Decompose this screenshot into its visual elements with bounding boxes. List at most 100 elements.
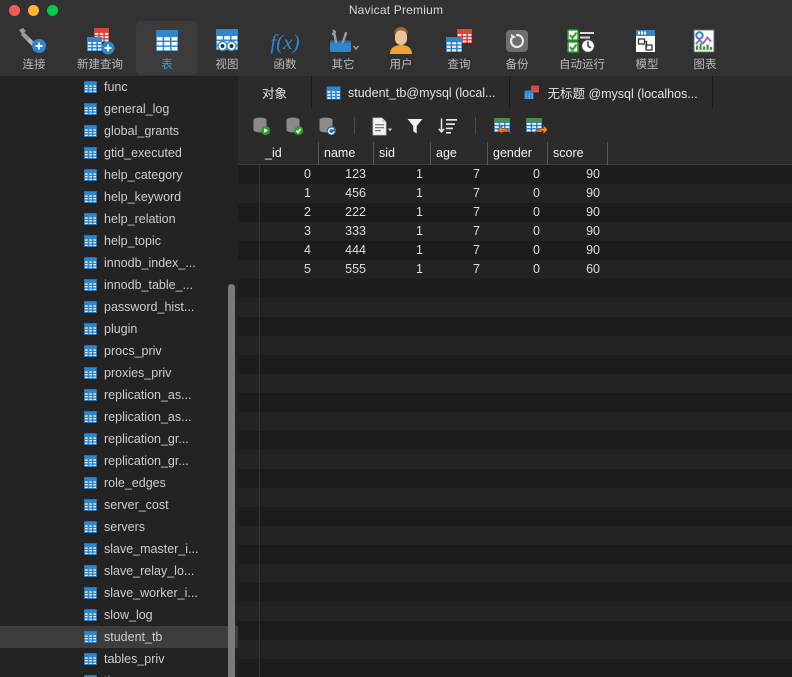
cell-gender[interactable]: 0 [487,184,540,203]
tab-objects[interactable]: 对象 [238,76,312,109]
grid-import-wizard-button[interactable] [492,115,514,137]
column-header-age[interactable]: age [430,142,487,165]
column-header-gender[interactable]: gender [487,142,547,165]
sidebar-item-slave_relay_lo[interactable]: slave_relay_lo... [0,560,238,582]
toolbar-button-connection[interactable]: 连接 [4,21,64,75]
cell-name[interactable]: 123 [318,165,366,184]
toolbar-button-function[interactable]: f(x) 函数 [256,21,314,75]
sidebar-item-replication_gr[interactable]: replication_gr... [0,450,238,472]
table-row[interactable] [238,659,792,677]
cell-gender[interactable]: 0 [487,222,540,241]
grid-rollback-button[interactable] [316,115,338,137]
cell-id[interactable]: 4 [260,241,311,260]
tab-student-tb[interactable]: student_tb@mysql (local... [312,76,511,109]
cell-id[interactable]: 2 [260,203,311,222]
table-row[interactable] [238,393,792,412]
table-row[interactable] [238,317,792,336]
table-row[interactable]: 2 222 1 7 0 90 [238,203,792,222]
table-row[interactable]: 4 444 1 7 0 90 [238,241,792,260]
sidebar-item-tables_priv[interactable]: tables_priv [0,648,238,670]
cell-id[interactable]: 0 [260,165,311,184]
cell-gender[interactable]: 0 [487,260,540,279]
sidebar-scrollbar[interactable] [228,284,235,677]
tab-untitled-query[interactable]: 无标题 @mysql (localhos... [510,76,713,109]
sidebar-item-servers[interactable]: servers [0,516,238,538]
cell-score[interactable]: 90 [547,165,600,184]
table-row[interactable]: 5 555 1 7 0 60 [238,260,792,279]
cell-name[interactable]: 222 [318,203,366,222]
toolbar-button-backup[interactable]: 备份 [488,21,546,75]
table-row[interactable]: 3 333 1 7 0 90 [238,222,792,241]
sidebar-item-replication_gr[interactable]: replication_gr... [0,428,238,450]
table-row[interactable] [238,526,792,545]
table-row[interactable] [238,450,792,469]
sidebar-item-replication_as[interactable]: replication_as... [0,406,238,428]
cell-sid[interactable]: 1 [373,203,423,222]
cell-sid[interactable]: 1 [373,260,423,279]
sidebar-item-password_hist[interactable]: password_hist... [0,296,238,318]
table-row[interactable] [238,431,792,450]
sidebar-item-innodb_index_[interactable]: innodb_index_... [0,252,238,274]
sidebar-item-slow_log[interactable]: slow_log [0,604,238,626]
table-row[interactable] [238,507,792,526]
table-row[interactable] [238,583,792,602]
grid-body[interactable]: 0 123 1 7 0 90 1 456 1 7 0 90 2 222 1 7 0 90 3 333 1 7 0 90 4 444… [238,165,792,677]
toolbar-button-chart[interactable]: 图表 [676,21,734,75]
table-row[interactable] [238,602,792,621]
toolbar-button-model[interactable]: 模型 [618,21,676,75]
cell-age[interactable]: 7 [430,241,480,260]
cell-gender[interactable]: 0 [487,241,540,260]
table-row[interactable] [238,621,792,640]
sidebar-item-help_keyword[interactable]: help_keyword [0,186,238,208]
cell-score[interactable]: 90 [547,203,600,222]
cell-name[interactable]: 333 [318,222,366,241]
cell-gender[interactable]: 0 [487,203,540,222]
grid-sort-button[interactable] [437,115,459,137]
column-header-id[interactable]: _id [260,142,318,165]
sidebar-item-role_edges[interactable]: role_edges [0,472,238,494]
table-row[interactable] [238,298,792,317]
cell-score[interactable]: 90 [547,184,600,203]
sidebar-item-replication_as[interactable]: replication_as... [0,384,238,406]
column-header-name[interactable]: name [318,142,373,165]
table-row[interactable] [238,545,792,564]
sidebar-item-procs_priv[interactable]: procs_priv [0,340,238,362]
sidebar-item-help_category[interactable]: help_category [0,164,238,186]
cell-age[interactable]: 7 [430,260,480,279]
cell-name[interactable]: 555 [318,260,366,279]
table-row[interactable] [238,640,792,659]
cell-age[interactable]: 7 [430,165,480,184]
table-row[interactable] [238,564,792,583]
sidebar-item-slave_master_i[interactable]: slave_master_i... [0,538,238,560]
cell-id[interactable]: 1 [260,184,311,203]
toolbar-button-other-tools[interactable]: 其它 [314,21,372,75]
table-row[interactable] [238,336,792,355]
sidebar-item-func[interactable]: func [0,76,238,98]
cell-gender[interactable]: 0 [487,165,540,184]
cell-id[interactable]: 5 [260,260,311,279]
cell-age[interactable]: 7 [430,184,480,203]
table-row[interactable] [238,488,792,507]
sidebar-item-global_grants[interactable]: global_grants [0,120,238,142]
sidebar-item-innodb_table_[interactable]: innodb_table_... [0,274,238,296]
grid-begin-transaction-button[interactable] [250,115,272,137]
sidebar-item-slave_worker_i[interactable]: slave_worker_i... [0,582,238,604]
table-row[interactable] [238,279,792,298]
grid-filter-button[interactable] [404,115,426,137]
column-header-score[interactable]: score [547,142,607,165]
cell-score[interactable]: 90 [547,222,600,241]
table-list[interactable]: func general_log global_grants gtid_execute… [0,76,238,677]
table-row[interactable] [238,412,792,431]
cell-name[interactable]: 444 [318,241,366,260]
toolbar-button-automation[interactable]: 自动运行 [546,21,618,75]
table-row[interactable] [238,374,792,393]
cell-name[interactable]: 456 [318,184,366,203]
sidebar-item-gtid_executed[interactable]: gtid_executed [0,142,238,164]
column-header-sid[interactable]: sid [373,142,430,165]
sidebar-item-help_relation[interactable]: help_relation [0,208,238,230]
toolbar-button-view[interactable]: 视图 [198,21,256,75]
data-grid[interactable]: _id name sid age gender score 0 123 1 7 0 90 1 456 1 7… [238,142,792,677]
toolbar-button-new-query[interactable]: 新建查询 [64,21,136,75]
cell-age[interactable]: 7 [430,222,480,241]
cell-sid[interactable]: 1 [373,222,423,241]
